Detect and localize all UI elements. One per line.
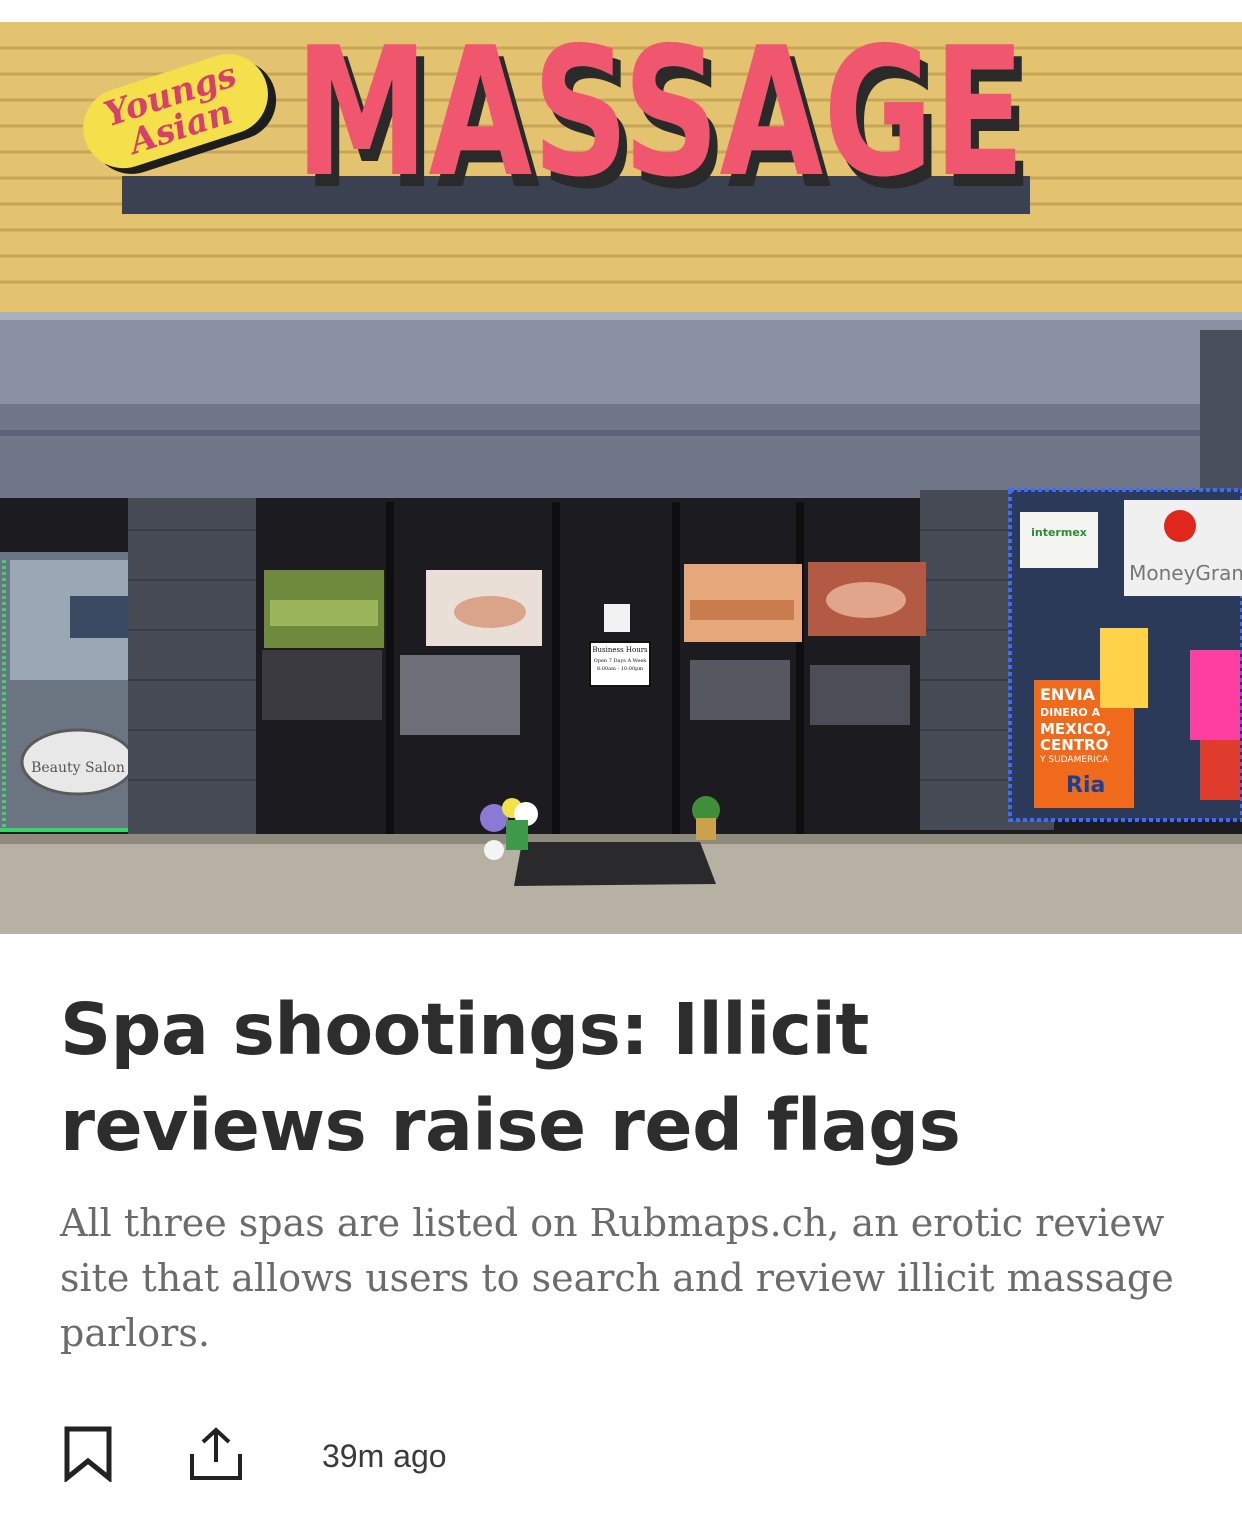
article-summary: All three spas are listed on Rubmaps.ch,… — [60, 1201, 1174, 1355]
article-timestamp: 39m ago — [322, 1438, 447, 1474]
poster-line-1: ENVIA — [1040, 685, 1096, 704]
poster-line-5: Y SUDAMERICA — [1039, 755, 1109, 765]
door-sign-line-1: Business Hours — [592, 646, 648, 654]
door-sign-line-2: Open 7 Days A Week — [594, 658, 648, 664]
poster-line-2: DINERO A — [1040, 706, 1101, 719]
share-icon — [187, 1426, 245, 1486]
poster-line-4: CENTRO — [1040, 736, 1108, 754]
neighbor-brand-2: MoneyGram — [1129, 561, 1242, 585]
bookmark-icon — [63, 1426, 113, 1486]
article-hero-image[interactable]: Youngs Asian MASSAGE MASSAGE Beauty Salo… — [0, 0, 1242, 934]
article-actions: 39m ago — [58, 1424, 658, 1488]
neighbor-sign-left: Beauty Salon — [31, 760, 125, 776]
poster-brand: Ria — [1066, 773, 1105, 798]
sign-main-letters: MASSAGE — [295, 9, 1025, 216]
neighbor-brand-1: intermex — [1031, 526, 1087, 539]
article-card[interactable]: Spa shootings: Illicit reviews raise red… — [0, 934, 1242, 1536]
bookmark-button[interactable] — [58, 1424, 118, 1488]
door-sign-line-3: 8:00am - 10:00pm — [597, 666, 643, 672]
share-button[interactable] — [186, 1424, 246, 1488]
article-headline[interactable]: Spa shootings: Illicit reviews raise red… — [60, 982, 1180, 1174]
